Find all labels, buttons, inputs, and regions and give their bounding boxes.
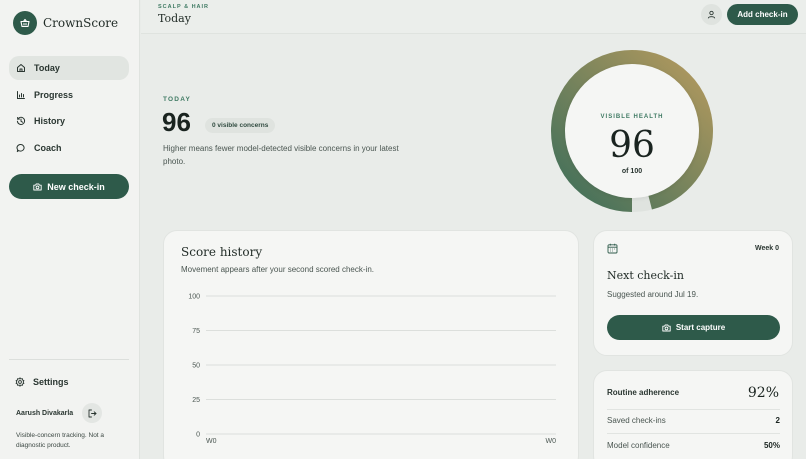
add-checkin-button[interactable]: Add check-in (727, 4, 798, 25)
concerns-badge: 0 visible concerns (205, 118, 276, 133)
routine-percent: 92% (747, 385, 779, 401)
user-name: Aarush Divakarla (16, 409, 74, 417)
sidebar-item-label: History (34, 116, 66, 126)
y-tick-label: 75 (192, 328, 200, 335)
routine-row-value: 50% (763, 441, 780, 450)
section-eyebrow: SCALP & HAIR (158, 4, 210, 10)
user-row: Aarush Divakarla (16, 403, 102, 423)
settings-link[interactable]: Settings (15, 377, 69, 387)
new-checkin-label: New check-in (47, 181, 105, 192)
next-checkin-card: Week 0 Next check-in Suggested around Ju… (593, 230, 793, 356)
sidebar-item-today[interactable]: Today (9, 56, 129, 80)
history-icon (16, 116, 26, 125)
logout-button[interactable] (82, 403, 102, 423)
routine-adherence-card: Routine adherence 92% Saved check-ins 2 … (593, 370, 793, 459)
camera-icon (33, 183, 42, 190)
sidebar-item-label: Progress (34, 89, 74, 100)
routine-row-model-confidence: Model confidence 50% (607, 441, 780, 450)
today-label: TODAY (163, 96, 192, 103)
routine-row-label: Saved check-ins (607, 416, 666, 425)
y-tick-label: 100 (188, 294, 200, 301)
sidebar-item-label: Today (34, 63, 60, 73)
page-title: Today (158, 12, 191, 25)
visible-health-ring: VISIBLE HEALTH 96 of 100 (550, 49, 714, 213)
main-content: TODAY 96 0 visible concerns Higher means… (141, 35, 806, 459)
brand[interactable]: CrownScore (13, 11, 118, 35)
sidebar-divider (9, 359, 129, 360)
profile-button[interactable] (701, 4, 722, 25)
sidebar-item-progress[interactable]: Progress (9, 83, 129, 107)
ring-of-label: of 100 (621, 168, 643, 175)
sidebar: CrownScore Today Progress History Coach (0, 0, 140, 459)
brand-name: CrownScore (43, 16, 119, 30)
chat-bubble-icon (16, 143, 25, 152)
x-tick-label: W0 (206, 438, 217, 445)
start-capture-label: Start capture (675, 323, 726, 332)
bar-chart-icon (17, 90, 25, 99)
routine-row-value: 2 (775, 416, 780, 425)
start-capture-button[interactable]: Start capture (607, 315, 780, 340)
y-tick-label: 50 (192, 363, 200, 370)
today-description: Higher means fewer model-detected visibl… (163, 144, 399, 166)
sidebar-nav: Today Progress History Coach (9, 56, 129, 162)
home-icon (17, 64, 25, 72)
logout-icon (88, 409, 96, 417)
score-history-chart: 100 75 50 25 0 W0 W0 (188, 294, 557, 446)
next-checkin-title: Next check-in (607, 269, 684, 282)
crown-basket-icon (13, 11, 37, 35)
new-checkin-button[interactable]: New check-in (9, 174, 129, 199)
score-history-card: Score history Movement appears after you… (163, 230, 579, 459)
routine-divider (607, 433, 780, 434)
sidebar-item-history[interactable]: History (9, 109, 129, 133)
y-tick-label: 0 (196, 432, 200, 439)
gear-icon (15, 377, 25, 387)
camera-icon (662, 324, 671, 331)
routine-divider (607, 409, 780, 410)
next-checkin-subtitle: Suggested around Jul 19. (607, 290, 699, 299)
routine-row-saved-checkins: Saved check-ins 2 (607, 416, 780, 425)
settings-label: Settings (33, 377, 69, 387)
calendar-icon (607, 243, 618, 254)
y-tick-label: 25 (192, 397, 200, 404)
ring-score: 96 (609, 125, 655, 166)
user-icon (707, 10, 716, 19)
disclaimer: Visible-concern tracking. Not a diagnost… (16, 432, 105, 449)
sidebar-item-coach[interactable]: Coach (9, 136, 129, 160)
ring-label: VISIBLE HEALTH (600, 114, 664, 120)
sidebar-item-label: Coach (34, 142, 62, 153)
week-label: Week 0 (755, 245, 779, 252)
top-header: SCALP & HAIR Today Add check-in (141, 0, 806, 34)
today-score: 96 (162, 107, 191, 137)
routine-row-label: Model confidence (607, 441, 670, 450)
x-tick-label: W0 (546, 438, 557, 445)
routine-title: Routine adherence (607, 388, 680, 397)
